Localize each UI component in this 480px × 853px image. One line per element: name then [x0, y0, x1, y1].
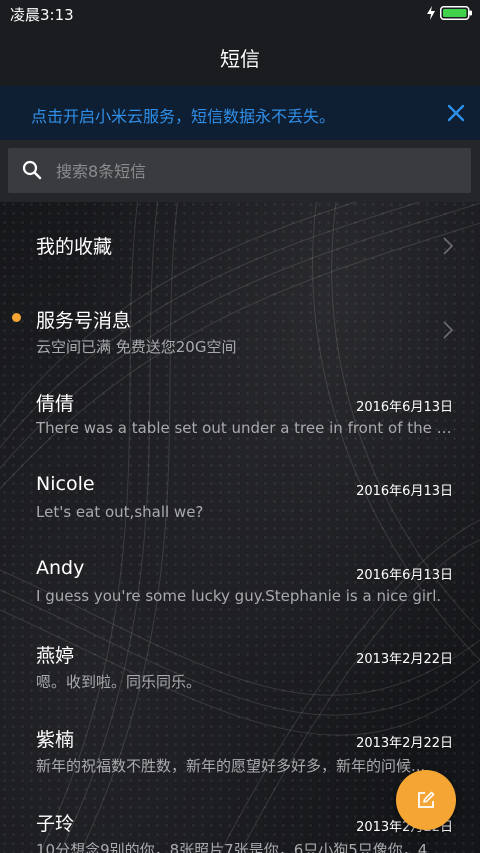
- message-preview: 10分想念9别的你，8张照片7张是你，6只小狗5只像你，4...: [36, 841, 442, 853]
- conversation-item[interactable]: 倩倩 2016年6月13日 There was a table set out …: [0, 370, 480, 454]
- favorites-label: 我的收藏: [36, 236, 113, 258]
- message-preview: I guess you're some lucky guy.Stephanie …: [36, 587, 442, 605]
- search-box[interactable]: [8, 148, 471, 195]
- cloud-service-banner[interactable]: 点击开启小米云服务，短信数据永不丢失。: [0, 86, 480, 140]
- page-title: 短信: [220, 47, 260, 71]
- chevron-right-icon: [443, 237, 454, 255]
- chevron-right-icon: [443, 321, 454, 339]
- title-bar: 短信: [0, 28, 480, 86]
- status-bar: 凌晨3:13: [0, 0, 480, 28]
- sms-screen: 凌晨3:13 短信 点击开启小米云服务，短信数据永不丢失。 搜索8条短信 我的收…: [0, 0, 480, 853]
- unread-dot: [12, 313, 21, 322]
- banner-text[interactable]: 点击开启小米云服务，短信数据永不丢失。: [31, 103, 335, 127]
- search-input[interactable]: [54, 148, 458, 195]
- message-preview: There was a table set out under a tree i…: [36, 419, 452, 437]
- contact-name: 燕婷: [36, 645, 75, 667]
- service-label: 服务号消息: [36, 310, 132, 332]
- conversation-item[interactable]: Nicole 2016年6月13日 Let's eat out,shall we…: [0, 454, 480, 538]
- search-area: [0, 140, 480, 202]
- compose-icon: [418, 791, 435, 808]
- message-date: 2013年2月22日: [356, 736, 453, 751]
- contact-name: Andy: [36, 557, 85, 579]
- message-date: 2016年6月13日: [356, 484, 453, 499]
- message-date: 2013年2月22日: [356, 652, 453, 667]
- search-icon: [22, 160, 42, 180]
- message-preview: Let's eat out,shall we?: [36, 503, 204, 521]
- status-time: 凌晨3:13: [10, 6, 74, 24]
- message-date: 2016年6月13日: [356, 568, 453, 583]
- compose-button[interactable]: [396, 770, 456, 830]
- battery-icon: [440, 6, 472, 20]
- status-icons: [426, 6, 472, 20]
- conversation-item[interactable]: Andy 2016年6月13日 I guess you're some luck…: [0, 538, 480, 622]
- message-preview: 新年的祝福数不胜数，新年的愿望好多好多，新年的问候...: [36, 757, 426, 775]
- conversation-list: 我的收藏 服务号消息 云空间已满 免费送您20G空间 倩倩 2016年6月13日…: [0, 202, 480, 853]
- message-preview: 嗯。收到啦。同乐同乐。: [36, 673, 202, 691]
- contact-name: 倩倩: [36, 393, 75, 415]
- contact-name: Nicole: [36, 473, 95, 495]
- message-date: 2016年6月13日: [356, 400, 453, 415]
- contact-name: 紫楠: [36, 729, 75, 751]
- conversation-item[interactable]: 燕婷 2013年2月22日 嗯。收到啦。同乐同乐。: [0, 622, 480, 706]
- close-icon[interactable]: [446, 103, 466, 123]
- favorites-row[interactable]: 我的收藏: [0, 202, 480, 286]
- charging-icon: [427, 6, 435, 20]
- contact-name: 子玲: [36, 813, 75, 835]
- service-messages-row[interactable]: 服务号消息 云空间已满 免费送您20G空间: [0, 286, 480, 370]
- service-subtitle: 云空间已满 免费送您20G空间: [36, 338, 237, 356]
